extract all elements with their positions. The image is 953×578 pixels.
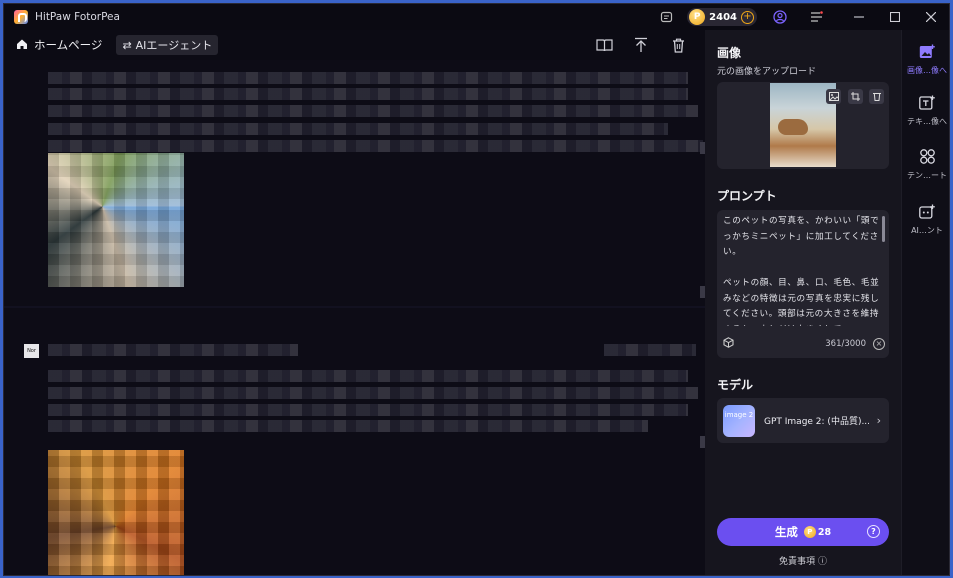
redacted-text: [48, 404, 688, 416]
prompt-section-title: プロンプト: [717, 189, 777, 203]
nav-label: AI…ント: [911, 225, 943, 235]
side-nav: 画像…像へ テキ…像へ テン…ート AI…ント: [901, 30, 949, 575]
title-bar-controls: P 2404 +: [651, 4, 949, 30]
account-icon[interactable]: [773, 10, 787, 24]
chat-toolbar-actions: [576, 36, 687, 54]
app-logo-icon: [14, 10, 28, 24]
disclaimer-label: 免責事項: [779, 557, 816, 567]
redacted-text: [48, 88, 688, 100]
coin-balance[interactable]: P 2404 +: [687, 8, 757, 26]
model-thumbnail: image 2: [723, 404, 755, 437]
feedback-icon[interactable]: [659, 10, 673, 24]
disclaimer-link[interactable]: 免責事項 ⓘ: [705, 554, 901, 567]
image-section-title: 画像: [717, 46, 742, 60]
chat-image[interactable]: [48, 450, 184, 575]
redacted-text: [48, 105, 698, 117]
nav-label: 画像…像へ: [907, 65, 947, 75]
close-button[interactable]: [913, 4, 949, 30]
chat-pane[interactable]: ホームページ ⇄ AIエージェント Nor: [4, 30, 705, 575]
book-icon[interactable]: [595, 36, 613, 54]
generate-label: 生成: [774, 525, 798, 539]
maximize-button[interactable]: [877, 4, 913, 30]
coin-icon: P: [689, 9, 706, 25]
redacted-text: [48, 123, 668, 135]
home-icon: [16, 38, 28, 53]
app-window: HitPaw FotorPea P 2404 + ホームページ ⇄ AIエージェ…: [3, 3, 950, 576]
home-label: ホームページ: [34, 38, 103, 52]
ai-agent-label: AIエージェント: [135, 39, 213, 52]
prompt-footer: 361/3000 ×: [723, 337, 885, 351]
char-count: 361/3000: [825, 339, 866, 349]
model-name: GPT Image 2: (中品質)...: [764, 417, 871, 427]
settings-panel: 画像 元の画像をアップロード プロンプト このペットの写真を、かわいい「頭でっか…: [705, 30, 901, 575]
redacted-text: [48, 72, 688, 84]
chat-toolbar: ホームページ ⇄ AIエージェント: [4, 30, 705, 60]
prompt-text[interactable]: このペットの写真を、かわいい「頭でっかちミニペット」に加工してください。 ペット…: [723, 214, 881, 326]
home-button[interactable]: ホームページ: [16, 37, 102, 53]
nav-label: テキ…像へ: [907, 116, 947, 126]
add-coins-icon[interactable]: +: [741, 10, 754, 24]
text-to-image-icon: [918, 94, 936, 112]
upload-label: 元の画像をアップロード: [717, 67, 817, 77]
crop-icon[interactable]: [848, 89, 863, 104]
prompt-enhance-icon[interactable]: [723, 337, 734, 351]
upload-dropzone[interactable]: [717, 82, 889, 169]
redacted-text: [48, 140, 703, 152]
redacted-text: [48, 387, 698, 399]
generate-button[interactable]: 生成 P 28 ?: [717, 518, 889, 546]
prompt-scrollbar[interactable]: [882, 216, 885, 242]
chat-image[interactable]: [48, 153, 184, 287]
scroll-to-top-icon[interactable]: [632, 36, 650, 54]
ai-agent-chip[interactable]: ⇄ AIエージェント: [116, 35, 219, 55]
minimize-button[interactable]: [841, 4, 877, 30]
ai-agent-icon: [918, 203, 936, 221]
nav-item-text-to-image[interactable]: テキ…像へ: [902, 87, 949, 133]
redacted-text: [48, 420, 648, 432]
model-section-title: モデル: [717, 378, 754, 392]
nav-item-ai-agent[interactable]: AI…ント: [902, 196, 949, 242]
replace-image-icon[interactable]: [826, 89, 841, 104]
app-title: HitPaw FotorPea: [35, 11, 120, 23]
help-icon[interactable]: ?: [867, 525, 880, 538]
coin-icon: P: [803, 526, 816, 538]
title-bar: HitPaw FotorPea P 2404 +: [4, 4, 949, 30]
nav-label: テン…ート: [907, 170, 947, 180]
clear-prompt-icon[interactable]: ×: [873, 338, 885, 350]
model-selector[interactable]: image 2 GPT Image 2: (中品質)... ›: [717, 398, 889, 443]
template-icon: [918, 148, 936, 166]
chevron-right-icon: ›: [876, 414, 881, 427]
redacted-text: [604, 344, 696, 356]
nav-item-templates[interactable]: テン…ート: [902, 141, 949, 187]
avatar: Nor: [24, 344, 39, 358]
nav-item-image-to-image[interactable]: 画像…像へ: [902, 36, 949, 82]
menu-icon[interactable]: [809, 10, 823, 24]
coin-count: 2404: [709, 11, 737, 23]
info-icon: ⓘ: [817, 557, 827, 567]
redacted-text: [48, 370, 688, 382]
prompt-textarea[interactable]: このペットの写真を、かわいい「頭でっかちミニペット」に加工してください。 ペット…: [717, 210, 889, 358]
image-add-icon: [918, 43, 936, 61]
trash-icon[interactable]: [669, 36, 687, 54]
swap-icon: ⇄: [122, 38, 132, 52]
redacted-text: [48, 344, 298, 356]
generate-cost: 28: [817, 526, 832, 538]
delete-image-icon[interactable]: [869, 89, 884, 104]
